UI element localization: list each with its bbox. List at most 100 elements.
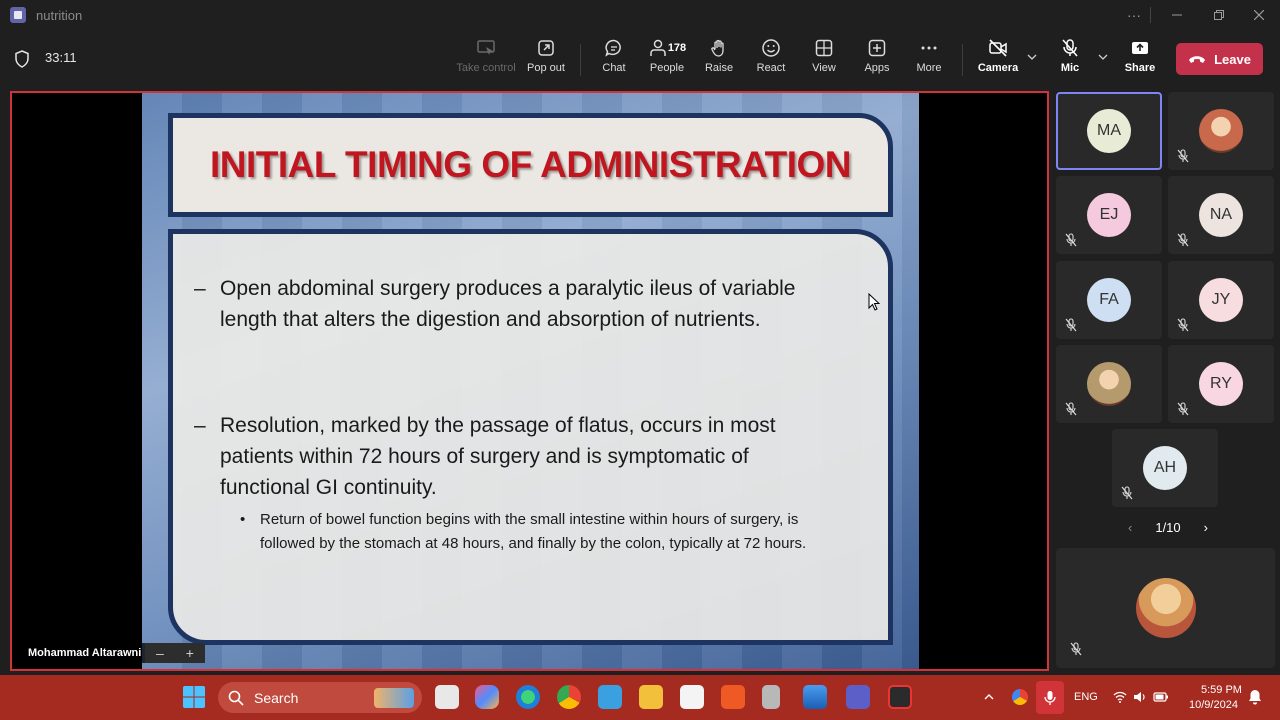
shared-screen-stage[interactable]: INITIAL TIMING OF ADMINISTRATION – Open …	[10, 91, 1049, 671]
zoom-out-button[interactable]: –	[156, 645, 164, 661]
zoom-controls: – +	[145, 643, 205, 663]
battery-icon[interactable]	[1153, 690, 1169, 704]
tray-microphone-in-use-icon[interactable]	[1036, 681, 1064, 714]
ellipsis-icon	[921, 46, 937, 50]
hang-up-icon	[1189, 56, 1206, 63]
self-avatar	[1135, 578, 1196, 638]
mic-button[interactable]: Mic	[1056, 38, 1084, 82]
windows-taskbar: Search ENG 5:59 PM 10/9/2024	[0, 675, 1280, 720]
mic-off-icon	[1177, 318, 1189, 332]
camera-options-chevron-icon[interactable]	[1025, 50, 1039, 64]
apps-button[interactable]: Apps	[862, 38, 892, 82]
participant-tile[interactable]: EJ	[1056, 176, 1162, 254]
gallery-pager: ‹ 1/10 ›	[1128, 518, 1208, 536]
participant-tile[interactable]	[1056, 345, 1162, 423]
windows-start-icon[interactable]	[182, 685, 206, 709]
pop-out-icon	[538, 40, 554, 56]
clock-time[interactable]: 5:59 PM	[1201, 684, 1242, 696]
mic-off-icon	[1177, 149, 1189, 163]
participant-tile[interactable]: NA	[1168, 176, 1274, 254]
take-control-icon	[477, 40, 495, 55]
participant-avatar: FA	[1087, 278, 1131, 322]
edge-browser-icon[interactable]	[516, 685, 540, 709]
restore-icon[interactable]	[1198, 0, 1240, 30]
mic-off-icon	[1177, 233, 1189, 247]
pop-out-button[interactable]: Pop out	[524, 38, 568, 82]
raise-hand-button[interactable]: Raise	[704, 38, 734, 82]
toolbar-divider	[580, 44, 581, 76]
minimize-icon[interactable]	[1156, 0, 1198, 30]
leave-button[interactable]: Leave	[1176, 43, 1263, 75]
more-button[interactable]: More	[914, 38, 944, 82]
microphone-app-icon[interactable]	[762, 685, 780, 709]
meeting-toolbar: 33:11 Take control Pop out Chat 178 Peop…	[0, 30, 1280, 88]
taskbar-search[interactable]: Search	[218, 682, 422, 713]
participant-avatar: EJ	[1087, 193, 1131, 237]
app-icon[interactable]	[598, 685, 622, 709]
raise-hand-icon	[711, 39, 724, 57]
chat-icon	[605, 39, 621, 57]
react-button[interactable]: React	[756, 38, 786, 82]
participant-avatar	[1199, 109, 1243, 153]
participant-tile[interactable]	[1168, 92, 1274, 170]
self-video-tile[interactable]	[1056, 548, 1275, 668]
participant-avatar: MA	[1087, 109, 1131, 153]
slide-bullet: – Open abdominal surgery produces a para…	[194, 277, 796, 331]
grid-view-icon	[815, 39, 833, 57]
mic-off-icon	[1065, 318, 1077, 332]
participant-tile[interactable]: AH	[1112, 429, 1218, 507]
camera-off-icon	[989, 39, 1007, 57]
slide-title: INITIAL TIMING OF ADMINISTRATION	[209, 144, 852, 185]
teams-icon[interactable]	[846, 685, 870, 709]
snipping-tool-icon[interactable]	[680, 685, 704, 709]
file-explorer-icon[interactable]	[639, 685, 663, 709]
mic-off-icon	[1062, 39, 1078, 57]
mic-options-chevron-icon[interactable]	[1096, 50, 1110, 64]
volume-icon[interactable]	[1133, 690, 1147, 704]
copilot-icon[interactable]	[475, 685, 499, 709]
participant-avatar: AH	[1143, 446, 1187, 490]
task-view-icon[interactable]	[435, 685, 459, 709]
title-divider	[1150, 7, 1151, 23]
next-page-button[interactable]: ›	[1204, 520, 1208, 535]
mic-off-icon	[1065, 402, 1077, 416]
toolbar-divider	[962, 44, 963, 76]
take-control-button[interactable]: Take control	[456, 38, 516, 82]
more-options-icon[interactable]: ···	[1113, 0, 1155, 30]
participant-avatar	[1087, 362, 1131, 406]
close-icon[interactable]	[1238, 0, 1280, 30]
search-highlight-icon	[374, 687, 414, 708]
teams-logo-icon	[10, 7, 26, 23]
app-icon[interactable]	[803, 685, 827, 709]
slide-bullet: – Resolution, marked by the passage of f…	[194, 414, 776, 499]
share-screen-icon	[1132, 42, 1148, 54]
tray-app-icon[interactable]	[1012, 689, 1028, 705]
notification-bell-icon[interactable]	[1248, 689, 1262, 705]
mic-off-icon	[1177, 402, 1189, 416]
zoom-in-button[interactable]: +	[186, 645, 194, 661]
participant-avatar: RY	[1199, 362, 1243, 406]
previous-page-button[interactable]: ‹	[1128, 520, 1132, 535]
participant-tile[interactable]: JY	[1168, 261, 1274, 339]
chrome-browser-icon[interactable]	[557, 685, 581, 709]
page-indicator: 1/10	[1155, 519, 1181, 535]
shield-icon	[15, 50, 29, 68]
people-button[interactable]: 178 People	[646, 38, 688, 82]
show-hidden-icons-chevron-icon[interactable]	[983, 691, 995, 703]
participant-tile[interactable]: RY	[1168, 345, 1274, 423]
brave-browser-icon[interactable]	[721, 685, 745, 709]
people-icon	[650, 39, 666, 56]
clock-date[interactable]: 10/9/2024	[1189, 699, 1238, 711]
chat-button[interactable]: Chat	[596, 38, 632, 82]
camera-button[interactable]: Camera	[978, 38, 1018, 82]
wifi-icon[interactable]	[1113, 690, 1127, 704]
view-button[interactable]: View	[810, 38, 838, 82]
participant-tile[interactable]: FA	[1056, 261, 1162, 339]
meeting-timer: 33:11	[45, 50, 77, 65]
participant-tile[interactable]: MA	[1056, 92, 1162, 170]
slide-sub-bullet: • Return of bowel function begins with t…	[240, 511, 807, 552]
mic-off-icon	[1070, 642, 1082, 656]
input-language[interactable]: ENG	[1074, 691, 1098, 703]
recorder-icon[interactable]	[888, 685, 912, 709]
share-button[interactable]: Share	[1124, 38, 1156, 82]
